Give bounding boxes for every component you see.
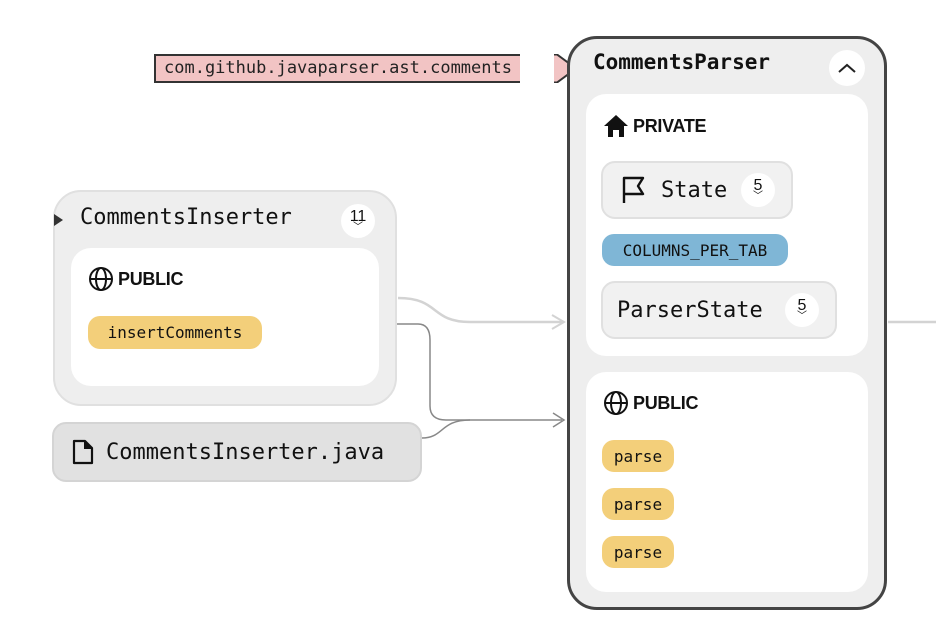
class-title: CommentsInserter — [80, 205, 292, 230]
method-pill-insertcomments[interactable]: insertComments — [88, 316, 262, 349]
private-header: PRIVATE — [603, 114, 707, 138]
section-label: PRIVATE — [633, 115, 707, 136]
globe-icon — [89, 267, 113, 291]
flag-icon — [622, 176, 645, 203]
method-pill-parse[interactable]: parse — [602, 488, 674, 520]
public-header: PUBLIC — [603, 390, 699, 416]
section-label: PUBLIC — [633, 392, 699, 413]
count-badge[interactable]: 5 ﹀ — [741, 173, 775, 207]
method-pill-parse[interactable]: parse — [602, 440, 674, 472]
class-title: CommentsParser — [593, 50, 771, 74]
edge-inserter-to-parser — [397, 296, 562, 324]
constant-pill[interactable]: COLUMNS_PER_TAB — [602, 234, 788, 266]
chevron-down-icon: ﹀ — [353, 222, 363, 233]
file-node[interactable]: CommentsInserter.java — [52, 422, 422, 482]
home-icon — [604, 115, 628, 137]
collapse-button[interactable] — [829, 50, 865, 86]
inner-class-label: ParserState — [617, 297, 763, 323]
expand-triangle-icon[interactable] — [54, 214, 63, 226]
method-pill-parse[interactable]: parse — [602, 536, 674, 568]
inner-class-label: State — [661, 177, 728, 203]
public-header: PUBLIC — [88, 266, 184, 292]
chevron-down-icon: ﹀ — [797, 311, 807, 322]
package-label: com.github.javaparser.ast.comments — [154, 54, 520, 83]
count-badge[interactable]: 5 ﹀ — [785, 293, 819, 327]
chevron-up-icon — [838, 63, 856, 73]
file-label: CommentsInserter.java — [106, 439, 385, 465]
globe-icon — [604, 391, 628, 415]
edge-file-to-parse — [421, 419, 471, 439]
chevron-down-icon: ﹀ — [753, 191, 763, 202]
count-badge[interactable]: 11 ﹀ — [341, 204, 375, 238]
section-label: PUBLIC — [118, 268, 184, 289]
file-icon — [72, 439, 94, 465]
